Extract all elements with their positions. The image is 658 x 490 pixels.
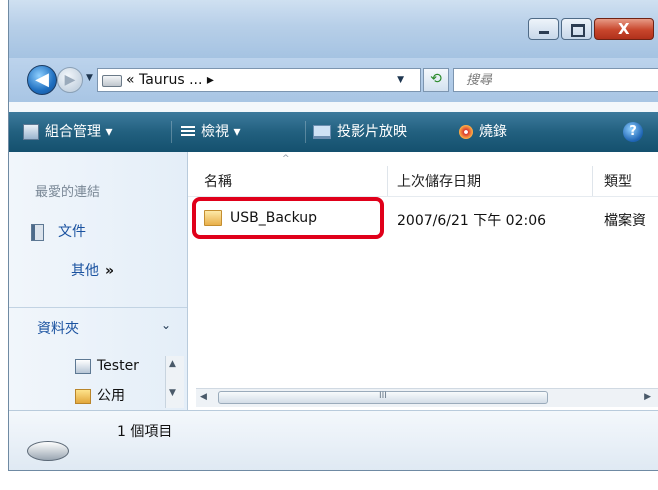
burn-label: 燒錄 bbox=[479, 124, 507, 140]
command-separator bbox=[305, 121, 306, 143]
column-divider[interactable] bbox=[387, 166, 388, 196]
address-bar[interactable]: « Taurus ... ▸ ▼ bbox=[97, 68, 421, 92]
views-label: 檢視 ▾ bbox=[201, 124, 241, 140]
organize-button[interactable]: 組合管理 ▾ bbox=[23, 112, 112, 152]
organize-label: 組合管理 ▾ bbox=[45, 124, 113, 140]
maximize-button[interactable] bbox=[561, 18, 592, 40]
close-icon: X bbox=[618, 20, 630, 38]
forward-button[interactable]: ▶ bbox=[57, 67, 83, 93]
file-list-scrollbar[interactable]: ◀ III ▶ bbox=[196, 388, 658, 407]
folder-icon bbox=[75, 388, 91, 404]
scroll-down-icon[interactable]: ▼ bbox=[169, 388, 176, 398]
tree-item-label: 公用 bbox=[97, 388, 125, 404]
slideshow-button[interactable]: 投影片放映 bbox=[313, 112, 407, 152]
views-button[interactable]: 檢視 ▾ bbox=[181, 112, 240, 152]
drive-icon bbox=[102, 75, 122, 87]
folder-tree-scrollbar[interactable]: ▲ ▼ bbox=[165, 356, 184, 408]
help-icon[interactable]: ? bbox=[623, 122, 643, 142]
documents-label: 文件 bbox=[58, 224, 86, 240]
column-divider[interactable] bbox=[592, 166, 593, 196]
tree-item-label: Tester bbox=[97, 358, 139, 374]
nav-divider bbox=[9, 307, 187, 308]
refresh-button[interactable]: ⟲ bbox=[423, 68, 449, 92]
favorite-link-documents[interactable]: 文件 bbox=[31, 221, 86, 241]
details-pane: 1 個項目 bbox=[9, 410, 658, 470]
back-button[interactable]: ◀ bbox=[27, 65, 57, 95]
tree-item-public[interactable]: 公用 bbox=[75, 385, 125, 405]
search-input[interactable] bbox=[464, 72, 658, 89]
burn-icon bbox=[459, 125, 473, 139]
documents-icon bbox=[31, 223, 44, 241]
user-folder-icon bbox=[75, 358, 91, 374]
title-bar: X bbox=[9, 0, 658, 58]
slideshow-icon bbox=[313, 125, 331, 139]
search-box[interactable] bbox=[453, 68, 658, 92]
folders-collapse-icon[interactable]: ⌄ bbox=[161, 318, 171, 332]
tree-item-tester[interactable]: Tester bbox=[75, 358, 139, 374]
scroll-right-icon[interactable]: ▶ bbox=[644, 392, 651, 402]
forward-arrow-icon: ▶ bbox=[64, 72, 76, 88]
item-count: 1 個項目 bbox=[117, 424, 173, 440]
address-path[interactable]: « Taurus ... ▸ bbox=[126, 72, 214, 88]
back-arrow-icon: ◀ bbox=[35, 69, 49, 90]
refresh-icon: ⟲ bbox=[430, 71, 442, 87]
navigation-pane: 最愛的連結 文件 其他 » 資料夾 ⌄ Tester 公用 ▲ ▼ bbox=[9, 152, 188, 410]
burn-button[interactable]: 燒錄 bbox=[459, 112, 507, 152]
scroll-left-icon[interactable]: ◀ bbox=[200, 392, 207, 402]
scroll-up-icon[interactable]: ▲ bbox=[169, 359, 176, 369]
slideshow-label: 投影片放映 bbox=[337, 124, 407, 140]
close-button[interactable]: X bbox=[594, 18, 654, 40]
file-row-type[interactable]: 檔案資 bbox=[604, 210, 646, 230]
command-separator bbox=[171, 121, 172, 143]
scroll-thumb[interactable]: III bbox=[218, 391, 548, 404]
drive-icon bbox=[27, 441, 69, 461]
minimize-button[interactable] bbox=[528, 18, 559, 40]
column-header-date[interactable]: 上次儲存日期 bbox=[397, 171, 481, 191]
address-dropdown-icon[interactable]: ▼ bbox=[397, 75, 404, 85]
highlight-box bbox=[192, 197, 384, 239]
scroll-grip: III bbox=[379, 391, 387, 401]
more-label: 其他 bbox=[71, 263, 99, 279]
favorite-link-more[interactable]: 其他 » bbox=[71, 260, 114, 280]
column-header-name[interactable]: 名稱 bbox=[204, 171, 232, 191]
organize-icon bbox=[23, 124, 39, 140]
sort-indicator-icon: ^ bbox=[282, 154, 290, 164]
command-bar: 組合管理 ▾ 檢視 ▾ 投影片放映 燒錄 ? bbox=[9, 112, 658, 152]
file-list: ^ 名稱 上次儲存日期 類型 USB_Backup 2007/6/21 下午 0… bbox=[188, 152, 658, 410]
address-row: ◀ ▶ ▼ « Taurus ... ▸ ▼ ⟲ bbox=[9, 58, 658, 102]
more-chevron-icon: » bbox=[105, 263, 115, 279]
favorite-links-title: 最愛的連結 bbox=[35, 185, 101, 200]
folders-header[interactable]: 資料夾 bbox=[37, 318, 79, 338]
column-header-type[interactable]: 類型 bbox=[604, 171, 632, 191]
file-row-date[interactable]: 2007/6/21 下午 02:06 bbox=[397, 210, 546, 230]
history-dropdown-icon[interactable]: ▼ bbox=[86, 73, 93, 83]
views-icon bbox=[181, 126, 195, 138]
explorer-window: X ◀ ▶ ▼ « Taurus ... ▸ ▼ ⟲ 組合管理 ▾ 檢視 ▾ bbox=[8, 0, 658, 471]
